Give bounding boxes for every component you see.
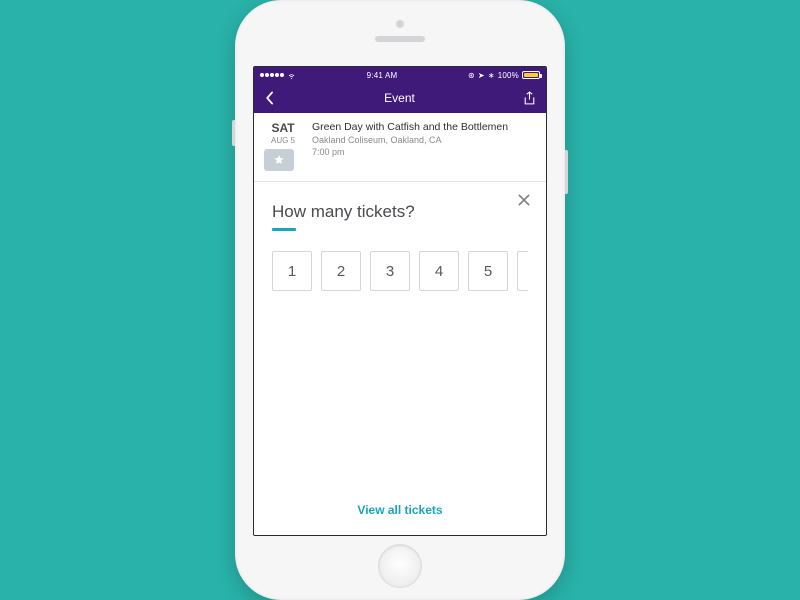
event-title: Green Day with Catfish and the Bottlemen — [312, 121, 508, 133]
nav-title: Event — [384, 91, 415, 105]
accent-underline — [272, 228, 296, 231]
home-button[interactable] — [378, 544, 422, 588]
ticket-option-3[interactable]: 3 — [370, 251, 410, 291]
ticket-option-5[interactable]: 5 — [468, 251, 508, 291]
event-thumbnail — [264, 149, 294, 171]
wifi-icon — [287, 71, 296, 80]
status-bar: 9:41 AM ⊛ ➤ ∗ 100% — [254, 67, 546, 83]
ticket-option-next[interactable] — [517, 251, 528, 291]
event-time: 7:00 pm — [312, 147, 508, 157]
battery-pct: 100% — [498, 71, 519, 80]
phone-camera — [396, 20, 404, 28]
event-header: SAT AUG 5 Green Day with Catfish and the… — [254, 113, 546, 182]
view-all-tickets-link[interactable]: View all tickets — [272, 493, 528, 523]
share-button[interactable] — [523, 91, 536, 106]
event-day-of-week: SAT — [264, 121, 302, 135]
event-meta: Green Day with Catfish and the Bottlemen… — [312, 121, 508, 171]
ticket-option-2[interactable]: 2 — [321, 251, 361, 291]
close-button[interactable] — [512, 188, 536, 212]
phone-speaker — [375, 36, 425, 42]
event-month-day: AUG 5 — [264, 136, 302, 145]
signal-icon — [260, 73, 284, 77]
back-button[interactable] — [264, 91, 276, 105]
location-icon: ➤ — [478, 71, 485, 80]
event-venue: Oakland Coliseum, Oakland, CA — [312, 135, 508, 145]
nav-bar: Event — [254, 83, 546, 113]
alarm-icon: ⊛ — [468, 71, 475, 80]
status-right: ⊛ ➤ ∗ 100% — [468, 71, 540, 80]
event-date-tile: SAT AUG 5 — [264, 121, 302, 171]
ticket-option-4[interactable]: 4 — [419, 251, 459, 291]
battery-icon — [522, 71, 540, 79]
ticket-options: 1 2 3 4 5 — [272, 251, 528, 291]
ticket-sheet: How many tickets? 1 2 3 4 5 View all tic… — [254, 182, 546, 535]
ticket-option-1[interactable]: 1 — [272, 251, 312, 291]
status-time: 9:41 AM — [367, 71, 398, 80]
ticket-question: How many tickets? — [272, 202, 528, 222]
status-left — [260, 71, 296, 80]
phone-device: 9:41 AM ⊛ ➤ ∗ 100% Event SAT AUG 5 — [235, 0, 565, 600]
bluetooth-icon: ∗ — [488, 71, 495, 80]
screen: 9:41 AM ⊛ ➤ ∗ 100% Event SAT AUG 5 — [253, 66, 547, 536]
